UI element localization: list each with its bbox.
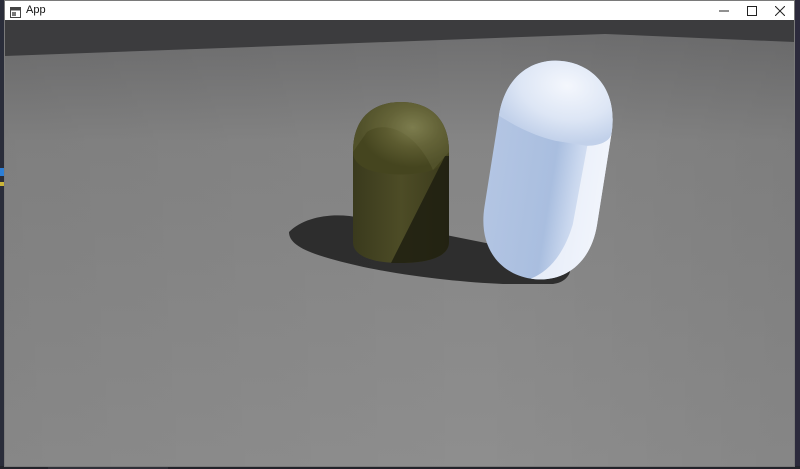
maximize-button[interactable] <box>738 1 766 20</box>
title-bar[interactable]: App <box>5 1 794 20</box>
app-window: App <box>4 0 795 467</box>
minimize-icon <box>719 10 729 11</box>
caption-buttons <box>710 1 794 20</box>
olive-capsule <box>353 102 449 263</box>
scene-canvas <box>5 20 794 466</box>
minimize-button[interactable] <box>710 1 738 20</box>
desktop-right-edge <box>795 0 800 469</box>
maximize-icon <box>747 5 757 16</box>
app-window-icon <box>10 5 21 18</box>
close-icon <box>775 5 785 16</box>
3d-viewport[interactable] <box>5 20 794 466</box>
close-button[interactable] <box>766 1 794 20</box>
window-title: App <box>26 4 46 16</box>
